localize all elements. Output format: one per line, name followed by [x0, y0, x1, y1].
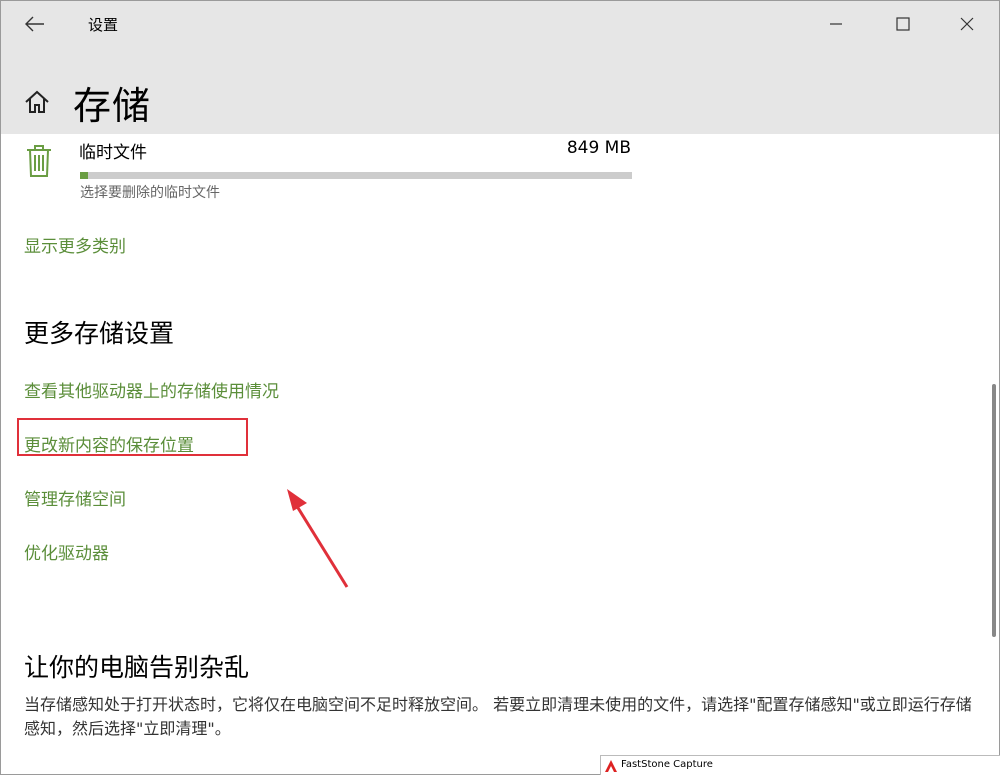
maximize-button[interactable]: [873, 1, 933, 47]
close-icon: [960, 17, 974, 31]
declutter-description: 当存储感知处于打开状态时，它将仅在电脑空间不足时释放空间。 若要立即清理未使用的…: [24, 695, 972, 738]
app-title: 设置: [88, 16, 119, 34]
back-arrow-icon: [25, 16, 44, 32]
minimize-button[interactable]: [806, 1, 866, 47]
settings-window: 设置 存储 临时文件 849 MB 选择要删除的临时文件 显示更多类别 更多存储…: [0, 0, 1000, 775]
maximize-icon: [896, 17, 910, 31]
back-button[interactable]: [15, 9, 55, 39]
content-area: 临时文件 849 MB 选择要删除的临时文件 显示更多类别 更多存储设置 查看其…: [1, 134, 999, 774]
more-storage-settings-heading: 更多存储设置: [24, 319, 175, 348]
header: 设置 存储: [1, 1, 999, 134]
faststone-capture-label: FastStone Capture: [621, 759, 713, 770]
temp-files-label[interactable]: 临时文件: [79, 138, 147, 163]
minimize-icon: [830, 23, 842, 25]
faststone-logo-icon: [605, 760, 617, 772]
faststone-capture-taskbar[interactable]: FastStone Capture: [600, 755, 1000, 775]
temp-files-size: 849 MB: [566, 138, 631, 158]
page-title: 存储: [73, 84, 152, 128]
home-icon[interactable]: [23, 88, 51, 116]
manage-storage-spaces-link[interactable]: 管理存储空间: [24, 485, 126, 510]
close-button[interactable]: [937, 1, 997, 47]
show-more-categories-link[interactable]: 显示更多类别: [24, 232, 126, 257]
highlight-annotation-box: [17, 418, 248, 456]
scrollbar-thumb[interactable]: [992, 384, 996, 637]
temp-files-description: 选择要删除的临时文件: [80, 185, 220, 201]
declutter-heading: 让你的电脑告别杂乱: [24, 653, 250, 682]
optimize-drives-link[interactable]: 优化驱动器: [24, 539, 109, 564]
trash-icon: [27, 145, 51, 177]
view-other-drives-link[interactable]: 查看其他驱动器上的存储使用情况: [24, 377, 279, 402]
temp-files-usage-bar: [80, 172, 632, 179]
annotation-arrow-icon: [287, 489, 349, 588]
temp-files-usage-fill: [80, 172, 89, 179]
title-bar: 设置: [1, 1, 999, 47]
